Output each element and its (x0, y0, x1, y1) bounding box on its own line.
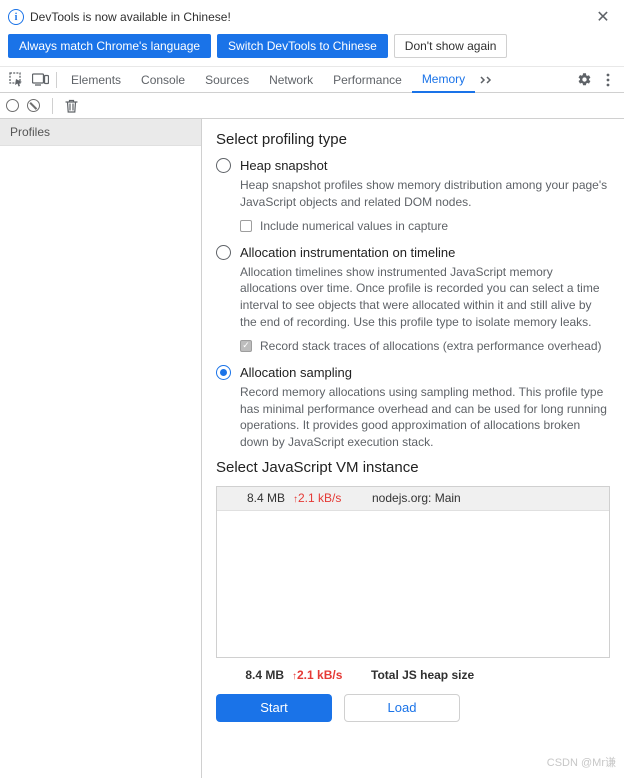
radio-heap-snapshot[interactable] (216, 158, 231, 173)
total-rate: ↑2.1 kB/s (292, 668, 347, 682)
vm-instance-row[interactable]: 8.4 MB ↑2.1 kB/s nodejs.org: Main (217, 487, 609, 511)
load-button[interactable]: Load (344, 694, 460, 722)
vm-rate: ↑2.1 kB/s (293, 491, 348, 505)
vm-size: 8.4 MB (217, 491, 293, 505)
radio-allocation-timeline[interactable] (216, 245, 231, 260)
option-desc: Allocation timelines show instrumented J… (240, 264, 610, 331)
inspect-icon[interactable] (4, 67, 28, 93)
tab-console[interactable]: Console (131, 67, 195, 93)
radio-allocation-sampling[interactable] (216, 365, 231, 380)
sidebar-item-profiles[interactable]: Profiles (0, 119, 201, 146)
checkbox-numerical-values[interactable] (240, 220, 252, 232)
radio-label[interactable]: Heap snapshot (240, 158, 327, 173)
radio-label[interactable]: Allocation sampling (240, 365, 352, 380)
vm-instance-list: 8.4 MB ↑2.1 kB/s nodejs.org: Main (216, 486, 610, 658)
more-tabs-icon[interactable] (475, 67, 499, 93)
option-desc: Record memory allocations using sampling… (240, 384, 610, 451)
total-size: 8.4 MB (216, 668, 292, 682)
gear-icon[interactable] (572, 67, 596, 93)
tab-network[interactable]: Network (259, 67, 323, 93)
banner-text: DevTools is now available in Chinese! (30, 10, 586, 24)
switch-language-button[interactable]: Switch DevTools to Chinese (217, 34, 388, 58)
start-button[interactable]: Start (216, 694, 332, 722)
tab-performance[interactable]: Performance (323, 67, 412, 93)
tab-memory[interactable]: Memory (412, 66, 475, 93)
vm-name: nodejs.org: Main (348, 491, 609, 505)
close-icon[interactable]: ✕ (592, 6, 614, 28)
checkbox-label[interactable]: Record stack traces of allocations (extr… (260, 339, 602, 353)
tab-elements[interactable]: Elements (61, 67, 131, 93)
trash-icon[interactable] (65, 99, 78, 113)
clear-icon[interactable] (27, 99, 40, 112)
total-label: Total JS heap size (347, 668, 610, 682)
record-icon[interactable] (6, 99, 19, 112)
checkbox-stack-traces[interactable] (240, 340, 252, 352)
match-language-button[interactable]: Always match Chrome's language (8, 34, 211, 58)
device-icon[interactable] (28, 67, 52, 93)
kebab-menu-icon[interactable] (596, 67, 620, 93)
vm-heading: Select JavaScript VM instance (216, 459, 610, 476)
profiling-heading: Select profiling type (216, 131, 610, 148)
divider (52, 98, 53, 114)
info-icon: i (8, 9, 24, 25)
tab-sources[interactable]: Sources (195, 67, 259, 93)
option-desc: Heap snapshot profiles show memory distr… (240, 177, 610, 211)
dismiss-button[interactable]: Don't show again (394, 34, 508, 58)
divider (56, 72, 57, 88)
watermark: CSDN @Mr谦 (547, 754, 616, 770)
checkbox-label[interactable]: Include numerical values in capture (260, 219, 448, 233)
radio-label[interactable]: Allocation instrumentation on timeline (240, 245, 455, 260)
